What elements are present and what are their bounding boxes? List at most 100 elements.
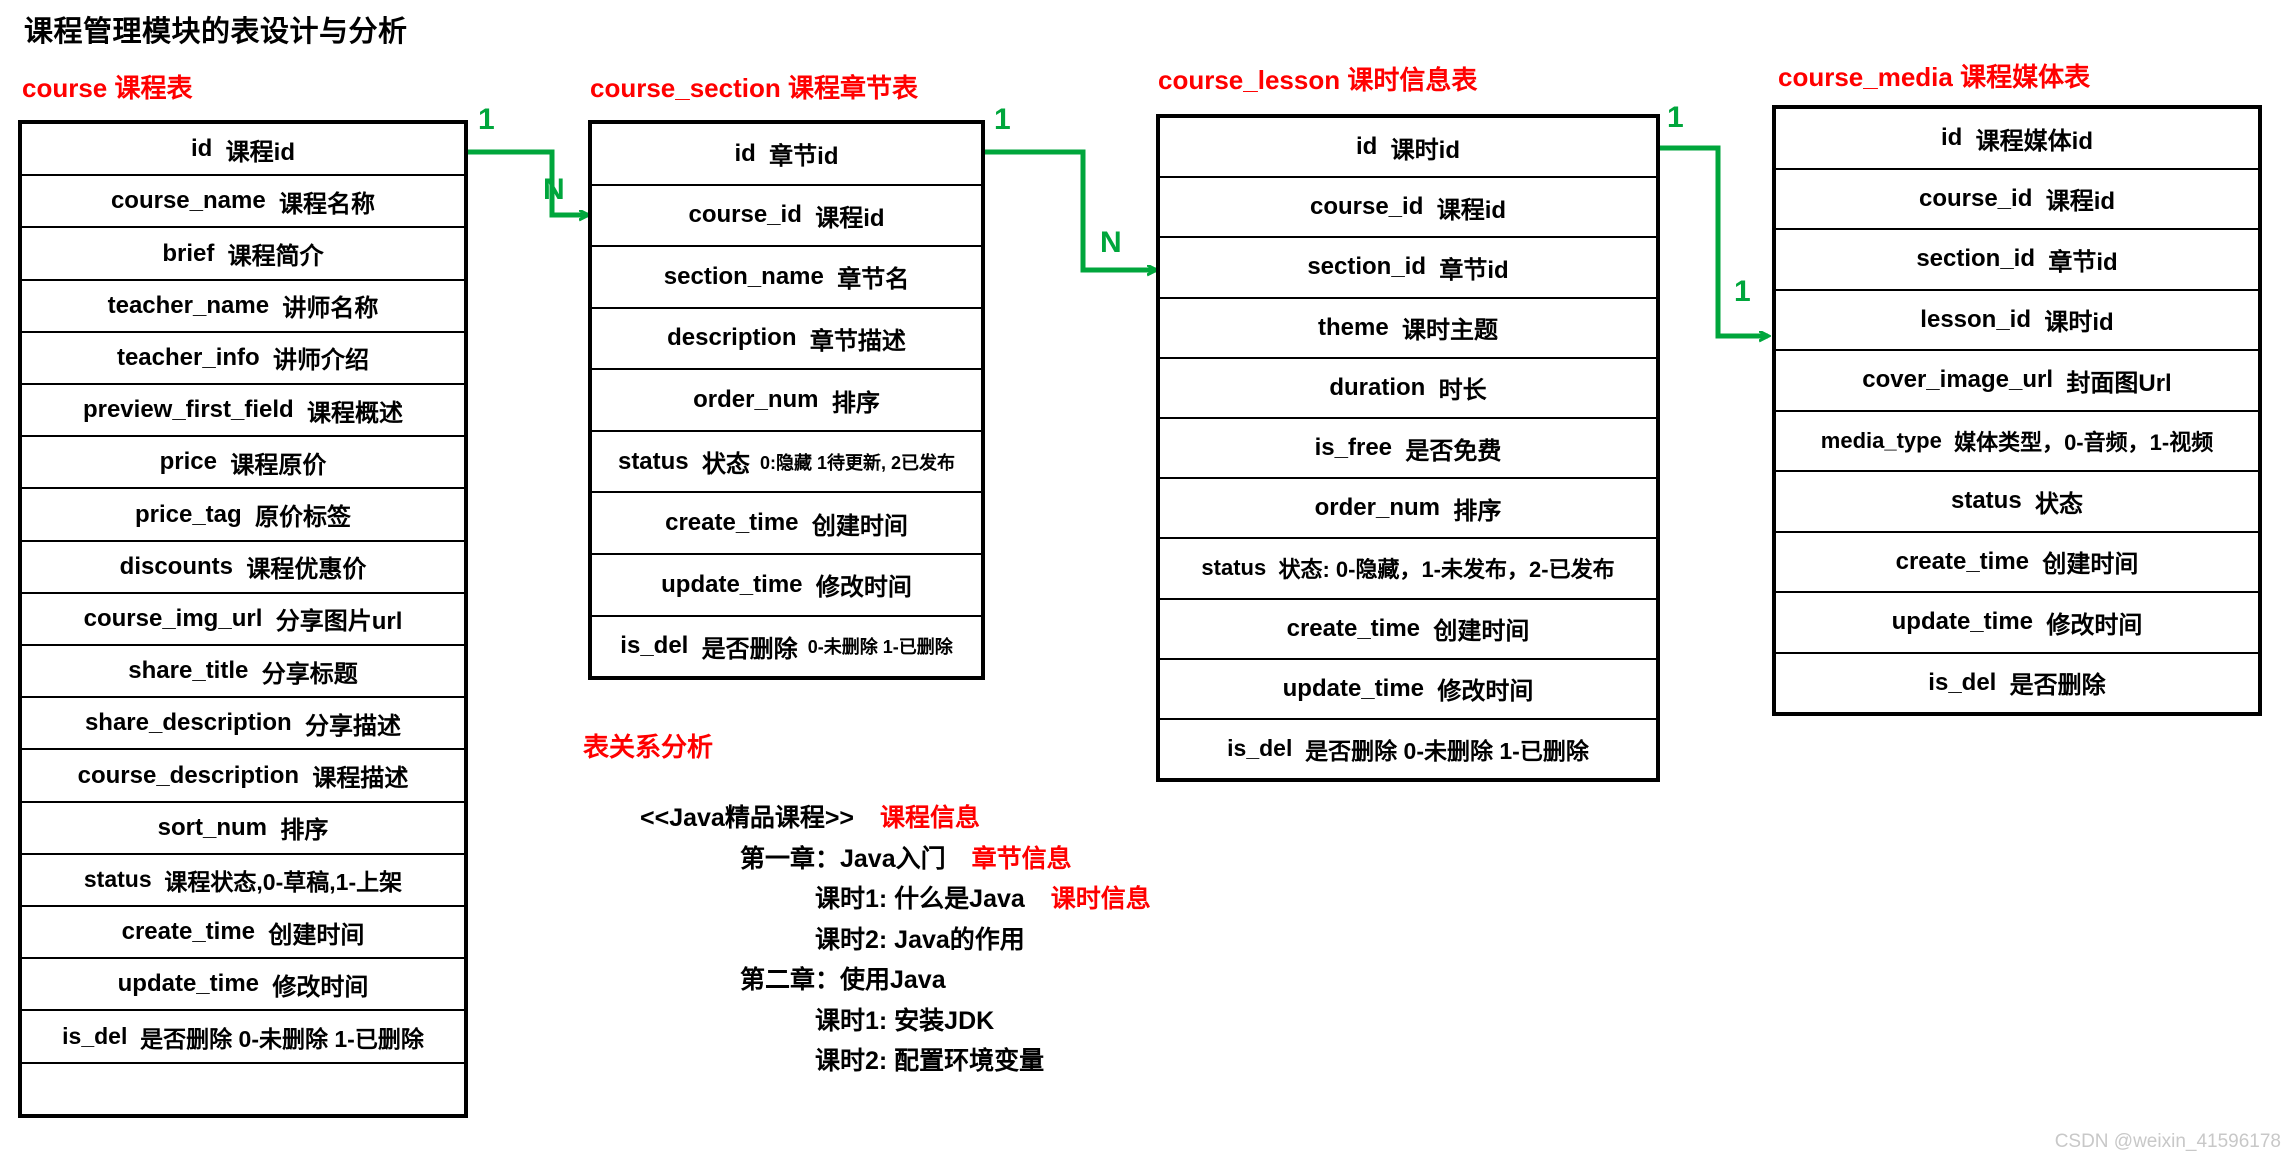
analysis-line: 第二章：使用Java — [740, 960, 946, 996]
field-note: 课程简介 — [214, 243, 324, 270]
field-note: 创建时间 — [2029, 551, 2139, 579]
table-row: is_free 是否免费 — [1160, 419, 1656, 480]
table-row: price_tag 原价标签 — [22, 489, 464, 542]
table-row — [22, 1064, 464, 1114]
table-row: status 状态 0:隐藏 1待更新, 2已发布 — [592, 432, 981, 494]
field-name: course_id — [688, 201, 802, 229]
entity-table-course-media: id 课程媒体id course_id 课程id section_id 章节id le… — [1772, 105, 2262, 716]
field-name: course_id — [1309, 193, 1424, 221]
analysis-line-text: <<Java精品课程>> — [640, 804, 855, 832]
field-note: 课程id — [801, 204, 885, 232]
entity-table-course-lesson: id 课时id course_id 课程id section_id 章节id them… — [1156, 114, 1660, 782]
field-name: share_description — [84, 709, 292, 737]
field-note: 创建时间 — [1420, 618, 1530, 646]
table-row: is_del 是否删除 0-未删除 1-已删除 — [22, 1011, 464, 1064]
field-note: 课程概述 — [293, 399, 404, 427]
table-row: share_description 分享描述 — [22, 698, 464, 751]
diagram-canvas: 课程管理模块的表设计与分析 1 N 1 N 1 1 course 课程表 id … — [0, 0, 2295, 1163]
field-name: create_time — [1895, 547, 2030, 575]
field-note: 课程媒体id — [1962, 127, 2093, 155]
field-note-secondary: 0-未删除 1-已删除 — [797, 637, 953, 658]
cardinality-course-1: 1 — [478, 103, 495, 136]
table-title-course-media: course_media 课程媒体表 — [1778, 62, 2091, 92]
field-note: 课程原价 — [217, 451, 327, 479]
table-row: description 章节描述 — [592, 309, 981, 371]
field-note: 修改时间 — [2033, 611, 2143, 639]
connector-section-to-lesson — [985, 149, 1156, 270]
cardinality-section-1: 1 — [994, 103, 1011, 136]
field-note: 原价标签 — [241, 504, 352, 532]
field-name: preview_first_field — [82, 396, 294, 424]
field-name: status — [83, 866, 152, 893]
field-name: discounts — [119, 552, 233, 580]
table-title-course-lesson: course_lesson 课时信息表 — [1158, 65, 1478, 95]
table-row: create_time 创建时间 — [22, 907, 464, 960]
field-note: 封面图Url — [2053, 369, 2172, 397]
table-row: share_title 分享标题 — [22, 646, 464, 699]
field-note: 状态 — [688, 451, 750, 479]
field-note: 修改时间 — [1424, 678, 1534, 706]
field-name: section_name — [663, 262, 824, 290]
cardinality-media-1: 1 — [1734, 275, 1751, 308]
field-note-secondary: 0:隐藏 1待更新, 2已发布 — [750, 452, 956, 473]
table-row: course_id 课程id — [1776, 170, 2258, 230]
field-name: create_time — [121, 918, 256, 946]
field-name: brief — [162, 239, 215, 267]
entity-table-course: id 课程id course_name 课程名称 brief 课程简介 teacher… — [18, 120, 468, 1118]
field-note: 章节描述 — [796, 327, 906, 355]
analysis-line-text: 课时1: 安装JDK — [815, 1006, 995, 1035]
field-note: 分享描述 — [291, 712, 402, 740]
field-note: 状态: 0-隐藏，1-未发布，2-已发布 — [1266, 557, 1615, 583]
field-name: update_time — [661, 570, 803, 598]
field-note: 修改时间 — [802, 574, 912, 602]
watermark: CSDN @weixin_41596178 — [2054, 1131, 2281, 1152]
analysis-line: 课时2: 配置环境变量 — [815, 1041, 1044, 1077]
field-name: status — [617, 447, 689, 475]
field-name: cover_image_url — [1862, 366, 2054, 394]
field-name: is_free — [1314, 434, 1393, 462]
field-name: is_del — [1928, 668, 1997, 696]
field-note: 课程状态,0-草稿,1-上架 — [151, 868, 403, 895]
field-note: 创建时间 — [255, 921, 365, 949]
table-row: section_id 章节id — [1776, 230, 2258, 291]
table-row: price 课程原价 — [22, 437, 464, 490]
field-note: 创建时间 — [798, 512, 908, 540]
table-row: create_time 创建时间 — [592, 493, 981, 555]
table-row: id 课时id — [1160, 118, 1656, 179]
table-row: course_id 课程id — [1160, 178, 1656, 239]
field-name: description — [667, 324, 797, 352]
table-row: teacher_info 讲师介绍 — [22, 333, 464, 386]
field-name: lesson_id — [1920, 305, 2032, 333]
field-name: section_id — [1307, 253, 1427, 281]
table-row: id 课程媒体id — [1776, 109, 2258, 170]
analysis-line: 课时2: Java的作用 — [815, 920, 1025, 956]
analysis-heading: 表关系分析 — [583, 732, 714, 762]
field-name: sort_num — [157, 813, 267, 841]
field-name: course_id — [1918, 184, 2033, 212]
table-row: create_time 创建时间 — [1776, 533, 2258, 593]
field-name: update_time — [117, 970, 260, 998]
table-row: status 课程状态,0-草稿,1-上架 — [22, 855, 464, 908]
table-row: course_img_url 分享图片url — [22, 594, 464, 647]
field-note: 是否删除 — [1996, 672, 2106, 700]
field-name: media_type — [1820, 427, 1942, 453]
field-name: id — [734, 139, 756, 167]
field-note: 课程名称 — [265, 190, 376, 218]
analysis-line: <<Java精品课程>> 课程信息 — [640, 798, 980, 834]
analysis-line-text: 课时2: Java的作用 — [815, 925, 1025, 954]
analysis-line-text: 课时2: 配置环境变量 — [815, 1047, 1045, 1075]
table-row: lesson_id 课时id — [1776, 291, 2258, 351]
field-name: teacher_name — [107, 291, 270, 319]
field-note: 状态 — [2021, 490, 2084, 518]
field-name: is_del — [1227, 735, 1293, 762]
table-row: cover_image_url 封面图Url — [1776, 351, 2258, 412]
table-row: section_id 章节id — [1160, 238, 1656, 299]
analysis-line-text: 第一章：Java入门 — [740, 844, 946, 873]
table-row: is_del 是否删除 0-未删除 1-已删除 — [592, 617, 981, 677]
field-note: 排序 — [267, 817, 329, 845]
analysis-line: 课时1: 安装JDK — [815, 1001, 994, 1037]
table-row: order_num 排序 — [592, 370, 981, 432]
field-note: 讲师名称 — [269, 295, 379, 323]
field-name: section_id — [1916, 245, 2036, 273]
field-name: is_del — [62, 1023, 128, 1050]
